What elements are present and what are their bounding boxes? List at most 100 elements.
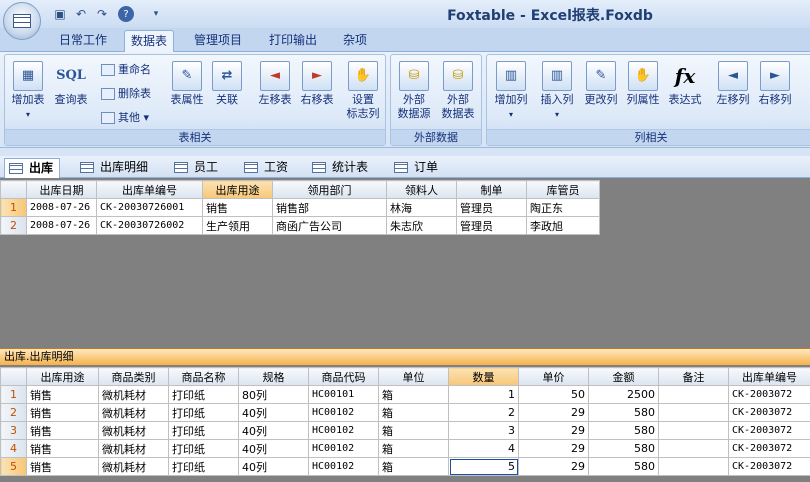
column-header[interactable]: 规格: [238, 367, 309, 386]
table-cell[interactable]: [658, 457, 729, 476]
relation-button[interactable]: ⇄ 关联: [209, 61, 245, 107]
column-header[interactable]: 出库单编号: [728, 367, 810, 386]
column-header[interactable]: 商品类别: [98, 367, 169, 386]
add-column-button[interactable]: ▥ 增加列 ▾: [489, 61, 533, 122]
redo-icon[interactable]: ↷: [94, 6, 110, 22]
column-header[interactable]: 出库用途: [202, 180, 273, 199]
row-number[interactable]: 3: [0, 421, 27, 440]
row-number[interactable]: 5: [0, 457, 27, 476]
column-header[interactable]: 商品名称: [168, 367, 239, 386]
table-cell[interactable]: 3: [448, 421, 519, 440]
table-cell[interactable]: CK-2003072: [728, 439, 810, 458]
table-cell[interactable]: 40列: [238, 403, 309, 422]
table-cell[interactable]: 2008-07-26: [26, 216, 97, 235]
table-cell[interactable]: CK-2003072: [728, 457, 810, 476]
table-row[interactable]: 1 2008-07-26 CK-20030726001 销售 销售部 林海 管理…: [0, 198, 600, 217]
table-cell[interactable]: 80列: [238, 385, 309, 404]
table-cell[interactable]: HC00101: [308, 385, 379, 404]
table-cell[interactable]: 箱: [378, 439, 449, 458]
table-row[interactable]: 3 销售 微机耗材 打印纸 40列 HC00102 箱 3 29 580 CK-…: [0, 421, 810, 440]
expression-button[interactable]: fx 表达式: [665, 61, 705, 107]
table-cell[interactable]: 林海: [386, 198, 457, 217]
table-cell[interactable]: 2500: [588, 385, 659, 404]
other-menu-button[interactable]: 其他 ▾: [101, 109, 149, 127]
table-properties-button[interactable]: ✎ 表属性: [167, 61, 207, 107]
table-cell[interactable]: 4: [448, 439, 519, 458]
table-cell[interactable]: [658, 403, 729, 422]
table-cell[interactable]: 打印纸: [168, 439, 239, 458]
table-row[interactable]: 5 销售 微机耗材 打印纸 40列 HC00102 箱 5 29 580 CK-…: [0, 457, 810, 476]
sheet-tab-orders[interactable]: 订单: [390, 158, 444, 178]
column-header[interactable]: 单位: [378, 367, 449, 386]
table-cell[interactable]: 商函广告公司: [272, 216, 387, 235]
table-row[interactable]: 2 销售 微机耗材 打印纸 40列 HC00102 箱 2 29 580 CK-…: [0, 403, 810, 422]
table-cell[interactable]: 销售: [26, 385, 99, 404]
table-cell[interactable]: 朱志欣: [386, 216, 457, 235]
table-cell[interactable]: [658, 439, 729, 458]
table-cell[interactable]: 580: [588, 457, 659, 476]
sheet-tab-employee[interactable]: 员工: [170, 158, 224, 178]
column-header[interactable]: 数量: [448, 367, 519, 386]
tab-daily-work[interactable]: 日常工作: [53, 30, 113, 52]
table-cell[interactable]: [658, 385, 729, 404]
table-cell[interactable]: 打印纸: [168, 403, 239, 422]
column-header[interactable]: 出库单编号: [96, 180, 203, 199]
table-cell[interactable]: 销售部: [272, 198, 387, 217]
table-cell[interactable]: 打印纸: [168, 457, 239, 476]
table-cell[interactable]: 陶正东: [526, 198, 600, 217]
column-header[interactable]: 领用部门: [272, 180, 387, 199]
table-cell[interactable]: 销售: [26, 439, 99, 458]
sheet-tab-outbound[interactable]: 出库: [4, 158, 61, 178]
table-cell[interactable]: 29: [518, 421, 589, 440]
table-cell[interactable]: 微机耗材: [98, 403, 169, 422]
column-header[interactable]: 出库用途: [26, 367, 99, 386]
column-header[interactable]: 库管员: [526, 180, 600, 199]
table-cell[interactable]: HC00102: [308, 403, 379, 422]
active-cell[interactable]: 5: [448, 457, 519, 476]
corner-cell[interactable]: [0, 180, 27, 199]
table-cell[interactable]: HC00102: [308, 439, 379, 458]
column-header[interactable]: 商品代码: [308, 367, 379, 386]
sheet-tab-statistics[interactable]: 统计表: [308, 158, 374, 178]
table-cell[interactable]: 打印纸: [168, 385, 239, 404]
customize-toolbar-icon[interactable]: ▾: [148, 6, 164, 22]
column-header[interactable]: 制单: [456, 180, 527, 199]
column-header[interactable]: 金额: [588, 367, 659, 386]
table-cell[interactable]: 微机耗材: [98, 457, 169, 476]
table-cell[interactable]: 580: [588, 421, 659, 440]
insert-column-button[interactable]: ▥ 插入列 ▾: [535, 61, 579, 122]
sheet-tab-salary[interactable]: 工资: [240, 158, 294, 178]
query-table-button[interactable]: SQL 查询表: [51, 61, 91, 107]
table-row[interactable]: 2 2008-07-26 CK-20030726002 生产领用 商函广告公司 …: [0, 216, 600, 235]
table-cell[interactable]: CK-20030726002: [96, 216, 203, 235]
table-cell[interactable]: CK-2003072: [728, 385, 810, 404]
column-properties-button[interactable]: ✋ 列属性: [623, 61, 663, 107]
table-cell[interactable]: 李政旭: [526, 216, 600, 235]
table-cell[interactable]: 销售: [26, 421, 99, 440]
table-cell[interactable]: 29: [518, 439, 589, 458]
save-icon[interactable]: ▣: [52, 6, 68, 22]
set-flag-column-button[interactable]: ✋ 设置 标志列: [343, 61, 383, 121]
tab-manage-project[interactable]: 管理项目: [188, 30, 248, 52]
move-table-right-button[interactable]: ► 右移表: [297, 61, 337, 107]
table-cell[interactable]: [658, 421, 729, 440]
delete-table-button[interactable]: 删除表: [101, 85, 151, 103]
table-cell[interactable]: 生产领用: [202, 216, 273, 235]
row-number[interactable]: 2: [0, 403, 27, 422]
table-cell[interactable]: 2008-07-26: [26, 198, 97, 217]
app-menu-button[interactable]: [3, 2, 41, 40]
column-header[interactable]: 领料人: [386, 180, 457, 199]
table-cell[interactable]: 40列: [238, 457, 309, 476]
tab-data-table[interactable]: 数据表: [124, 30, 175, 52]
add-table-button[interactable]: ▦ 增加表 ▾: [7, 61, 49, 122]
table-cell[interactable]: 1: [448, 385, 519, 404]
table-cell[interactable]: 箱: [378, 403, 449, 422]
rename-table-button[interactable]: 重命名: [101, 61, 151, 79]
table-cell[interactable]: 箱: [378, 421, 449, 440]
table-cell[interactable]: 580: [588, 439, 659, 458]
tab-print-output[interactable]: 打印输出: [263, 30, 323, 52]
column-header[interactable]: 出库日期: [26, 180, 97, 199]
table-cell[interactable]: HC00102: [308, 421, 379, 440]
column-header[interactable]: 备注: [658, 367, 729, 386]
table-cell[interactable]: 销售: [202, 198, 273, 217]
